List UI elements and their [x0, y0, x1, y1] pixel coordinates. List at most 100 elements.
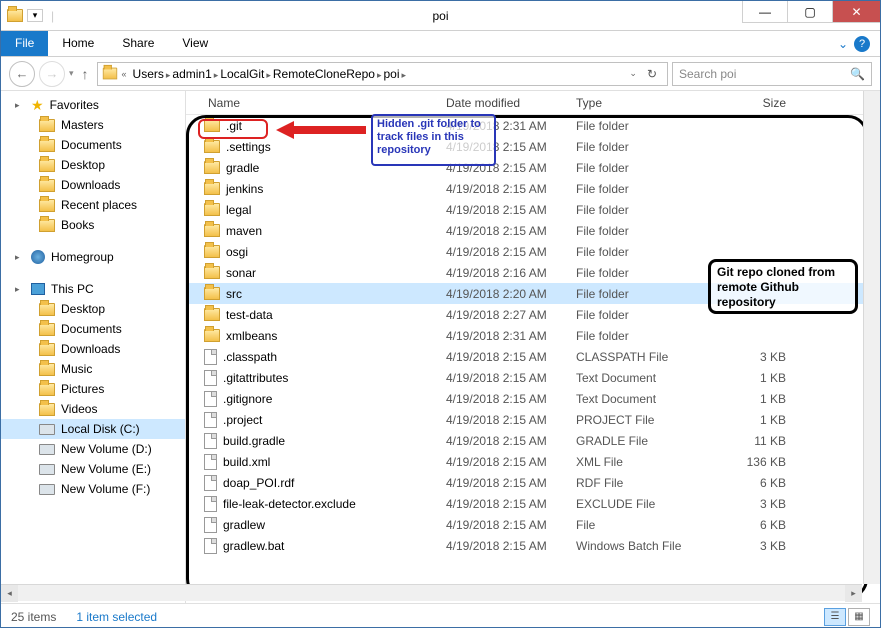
- file-type: CLASSPATH File: [576, 350, 716, 364]
- file-icon: [204, 517, 217, 533]
- breadcrumb-dropdown-icon[interactable]: ⌄: [629, 68, 637, 79]
- scroll-right-icon[interactable]: ▸: [845, 585, 862, 602]
- file-size: 6 KB: [716, 476, 806, 490]
- file-date: 4/19/2018 2:16 AM: [446, 266, 576, 280]
- minimize-button[interactable]: —: [742, 1, 787, 23]
- sidebar-item[interactable]: Downloads: [1, 339, 185, 359]
- file-row[interactable]: jenkins4/19/2018 2:15 AMFile folder: [186, 178, 880, 199]
- file-row[interactable]: build.gradle4/19/2018 2:15 AMGRADLE File…: [186, 430, 880, 451]
- sidebar-item[interactable]: New Volume (F:): [1, 479, 185, 499]
- file-row[interactable]: legal4/19/2018 2:15 AMFile folder: [186, 199, 880, 220]
- file-row[interactable]: gradle4/19/2018 2:15 AMFile folder: [186, 157, 880, 178]
- sidebar-item[interactable]: Desktop: [1, 155, 185, 175]
- nav-history-dropdown-icon[interactable]: ▾: [69, 68, 74, 79]
- file-icon: [204, 475, 217, 491]
- sidebar-item[interactable]: Recent places: [1, 195, 185, 215]
- file-date: 4/19/2018 2:15 AM: [446, 434, 576, 448]
- nav-thispc[interactable]: ▸This PC: [1, 279, 185, 299]
- file-size: 11 KB: [716, 434, 806, 448]
- sidebar-item[interactable]: New Volume (D:): [1, 439, 185, 459]
- file-type: EXCLUDE File: [576, 497, 716, 511]
- sidebar-item[interactable]: Downloads: [1, 175, 185, 195]
- breadcrumb-bar[interactable]: « Users▸admin1▸LocalGit▸RemoteCloneRepo▸…: [97, 62, 668, 86]
- file-row[interactable]: .git4/19/2018 2:31 AMFile folder: [186, 115, 880, 136]
- ribbon-tabs: File Home Share View ⌄ ?: [1, 31, 880, 57]
- sidebar-item[interactable]: New Volume (E:): [1, 459, 185, 479]
- breadcrumb-item[interactable]: LocalGit: [218, 67, 266, 81]
- column-date[interactable]: Date modified: [446, 96, 576, 110]
- ribbon-share[interactable]: Share: [108, 31, 168, 56]
- sidebar-item[interactable]: Local Disk (C:): [1, 419, 185, 439]
- chevron-right-icon[interactable]: ▸: [401, 70, 406, 80]
- file-type: File: [576, 518, 716, 532]
- qat-dropdown[interactable]: ▾: [27, 9, 43, 22]
- file-size: 1 KB: [716, 371, 806, 385]
- file-name: xmlbeans: [226, 329, 277, 343]
- breadcrumb-item[interactable]: admin1: [170, 67, 213, 81]
- file-row[interactable]: file-leak-detector.exclude4/19/2018 2:15…: [186, 493, 880, 514]
- breadcrumb-item[interactable]: poi: [381, 67, 401, 81]
- search-input[interactable]: Search poi 🔍: [672, 62, 872, 86]
- file-row[interactable]: .project4/19/2018 2:15 AMPROJECT File1 K…: [186, 409, 880, 430]
- vertical-scrollbar[interactable]: [863, 91, 880, 584]
- sidebar-item[interactable]: Music: [1, 359, 185, 379]
- file-size: 3 KB: [716, 350, 806, 364]
- folder-icon: [39, 343, 55, 356]
- view-details-button[interactable]: ☰: [824, 608, 846, 626]
- file-type: Windows Batch File: [576, 539, 716, 553]
- file-row[interactable]: gradlew.bat4/19/2018 2:15 AMWindows Batc…: [186, 535, 880, 556]
- file-date: 4/19/2018 2:15 AM: [446, 539, 576, 553]
- file-row[interactable]: .settings4/19/2018 2:15 AMFile folder: [186, 136, 880, 157]
- view-icons-button[interactable]: ▦: [848, 608, 870, 626]
- maximize-button[interactable]: ▢: [787, 1, 832, 23]
- file-type: File folder: [576, 266, 716, 280]
- column-name[interactable]: Name: [186, 96, 446, 110]
- chevron-left-icon[interactable]: «: [122, 69, 127, 79]
- file-name: build.gradle: [223, 434, 285, 448]
- help-icon[interactable]: ?: [854, 36, 870, 52]
- sidebar-item[interactable]: Books: [1, 215, 185, 235]
- nav-homegroup[interactable]: ▸Homegroup: [1, 247, 185, 267]
- sidebar-item[interactable]: Documents: [1, 319, 185, 339]
- file-row[interactable]: gradlew4/19/2018 2:15 AMFile6 KB: [186, 514, 880, 535]
- ribbon-home[interactable]: Home: [48, 31, 108, 56]
- scroll-left-icon[interactable]: ◂: [1, 585, 18, 602]
- nav-forward-button[interactable]: →: [39, 61, 65, 87]
- file-icon: [204, 433, 217, 449]
- sidebar-item[interactable]: Documents: [1, 135, 185, 155]
- file-type: File folder: [576, 224, 716, 238]
- file-row[interactable]: .classpath4/19/2018 2:15 AMCLASSPATH Fil…: [186, 346, 880, 367]
- file-name: maven: [226, 224, 262, 238]
- nav-up-button[interactable]: ↑: [78, 66, 93, 82]
- file-size: 3 KB: [716, 539, 806, 553]
- sidebar-item[interactable]: Desktop: [1, 299, 185, 319]
- horizontal-scrollbar[interactable]: ◂ ▸: [1, 584, 862, 601]
- breadcrumb-item[interactable]: RemoteCloneRepo: [271, 67, 377, 81]
- file-size: 6 KB: [716, 518, 806, 532]
- ribbon-expand-icon[interactable]: ⌄: [838, 37, 848, 51]
- file-type: File folder: [576, 245, 716, 259]
- file-row[interactable]: build.xml4/19/2018 2:15 AMXML File136 KB: [186, 451, 880, 472]
- file-row[interactable]: doap_POI.rdf4/19/2018 2:15 AMRDF File6 K…: [186, 472, 880, 493]
- file-row[interactable]: .gitignore4/19/2018 2:15 AMText Document…: [186, 388, 880, 409]
- ribbon-view[interactable]: View: [168, 31, 222, 56]
- breadcrumb-item[interactable]: Users: [131, 67, 166, 81]
- file-name: .project: [223, 413, 262, 427]
- sidebar-item[interactable]: Masters: [1, 115, 185, 135]
- nav-back-button[interactable]: ←: [9, 61, 35, 87]
- file-name: .settings: [226, 140, 271, 154]
- column-size[interactable]: Size: [716, 96, 806, 110]
- nav-favorites[interactable]: ▸★Favorites: [1, 95, 185, 115]
- column-type[interactable]: Type: [576, 96, 716, 110]
- file-size: 3 KB: [716, 497, 806, 511]
- refresh-icon[interactable]: ↻: [641, 67, 663, 81]
- close-button[interactable]: ✕: [832, 1, 880, 23]
- sidebar-item[interactable]: Videos: [1, 399, 185, 419]
- file-row[interactable]: maven4/19/2018 2:15 AMFile folder: [186, 220, 880, 241]
- file-row[interactable]: xmlbeans4/19/2018 2:31 AMFile folder: [186, 325, 880, 346]
- drive-icon: [39, 444, 55, 455]
- sidebar-item[interactable]: Pictures: [1, 379, 185, 399]
- file-row[interactable]: .gitattributes4/19/2018 2:15 AMText Docu…: [186, 367, 880, 388]
- search-icon: 🔍: [850, 67, 865, 81]
- ribbon-file[interactable]: File: [1, 31, 48, 56]
